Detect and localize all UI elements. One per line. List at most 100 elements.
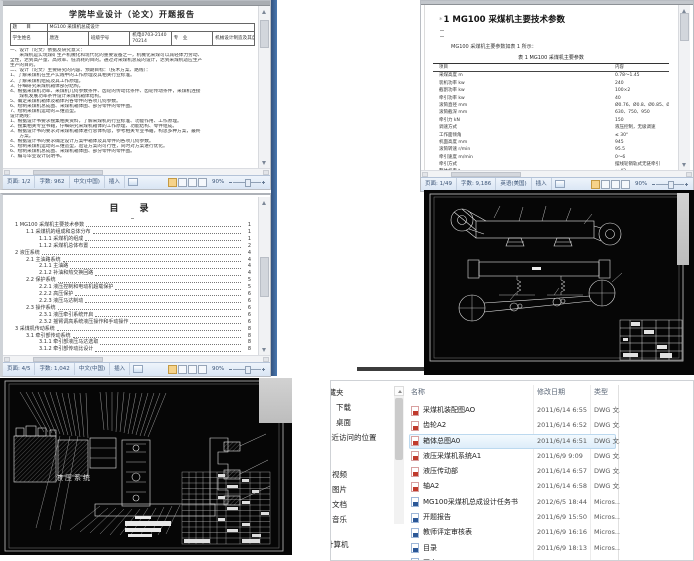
status-item[interactable]: 插入 bbox=[105, 176, 125, 188]
sidebar-item[interactable]: 音乐 bbox=[332, 512, 393, 527]
parameter-row: 滚筒直径 mm Ø0.76、Ø0.8、Ø0.85、Ø0.9、Ø1.0 bbox=[433, 102, 669, 109]
toc-entry[interactable]: 2.3.1 液压牵引系统开启 6 bbox=[15, 312, 251, 319]
file-row[interactable]: 正文 2011/6/14 6:38 Micros... bbox=[409, 556, 620, 560]
file-row[interactable]: 液压传动部 2011/6/14 6:57 DWG 文... bbox=[409, 464, 620, 479]
toc-entry[interactable]: 3.1.2 牵引部传动比设计 8 bbox=[15, 346, 251, 353]
status-item[interactable]: 中文(中国) bbox=[70, 176, 105, 188]
proofing-status-icon[interactable] bbox=[554, 179, 565, 188]
status-item[interactable]: 插入 bbox=[110, 363, 131, 375]
sidebar-item[interactable]: 视频 bbox=[332, 467, 393, 482]
sidebar-item[interactable]: 下载 bbox=[336, 400, 393, 415]
file-type-icon bbox=[411, 497, 419, 508]
status-item[interactable]: 中文(中国) bbox=[75, 363, 111, 375]
zoom-level[interactable]: 90% bbox=[212, 363, 224, 375]
toc-entry[interactable]: 1.1.1 采煤机的组成 1 bbox=[15, 236, 251, 243]
vertical-scrollbar[interactable] bbox=[258, 6, 270, 169]
toc-entry[interactable]: 3 采煤机传动系统 8 bbox=[15, 326, 251, 333]
file-row[interactable]: 采煤机装配图AO 2011/6/14 6:55 DWG 文... bbox=[409, 403, 620, 418]
toc-entry[interactable]: 2.3.2 摇臂调高系统液压操作和手动操作 6 bbox=[15, 319, 251, 326]
parameters-table-header: 项目 内容 bbox=[433, 64, 669, 73]
form-value-class-id: 机电0703-214070214 bbox=[129, 31, 172, 47]
view-web-layout-button[interactable] bbox=[611, 179, 621, 189]
scroll-down-icon[interactable] bbox=[682, 163, 686, 167]
sidebar-item[interactable]: 桌面 bbox=[336, 415, 393, 430]
status-item[interactable]: 页面: 1/2 bbox=[3, 176, 36, 188]
sidebar-item[interactable]: 最近访问的位置 bbox=[331, 430, 393, 445]
column-header-type[interactable]: 类型 bbox=[594, 387, 608, 397]
parameter-value: Ø0.76、Ø0.8、Ø0.85、Ø0.9、Ø1.0 bbox=[615, 102, 669, 108]
zoom-level[interactable]: 90% bbox=[212, 176, 224, 188]
file-row[interactable]: 箱体总图A0 2011/6/14 6:51 DWG 文... bbox=[409, 433, 620, 449]
toc-entry[interactable]: 1.1 采煤机的组成和总体分布 1 bbox=[15, 229, 251, 236]
status-item[interactable]: 插入 bbox=[532, 178, 552, 190]
vertical-scrollbar[interactable] bbox=[678, 5, 690, 171]
view-print-layout-button[interactable] bbox=[168, 364, 178, 374]
zoom-slider[interactable] bbox=[229, 178, 265, 187]
view-outline-button[interactable] bbox=[198, 177, 208, 187]
file-row[interactable]: 教师评定审核表 2011/6/9 16:16 Micros... bbox=[409, 525, 620, 540]
view-web-layout-button[interactable] bbox=[188, 364, 198, 374]
document-page[interactable]: 学院毕业设计（论文）开题报告 题 目 MG100 采煤机总成设计 学生姓名 唐连… bbox=[7, 6, 257, 169]
zoom-slider[interactable] bbox=[652, 180, 688, 189]
status-item[interactable]: 字数: 1,042 bbox=[35, 363, 75, 375]
scroll-up-icon[interactable] bbox=[262, 10, 266, 14]
sidebar-item[interactable]: 收藏夹 bbox=[331, 385, 393, 400]
proofing-status-icon[interactable] bbox=[127, 177, 138, 186]
toc-entry[interactable]: 2.2.3 液压马达制动 6 bbox=[15, 298, 251, 305]
view-web-layout-button[interactable] bbox=[188, 177, 198, 187]
column-header-name[interactable]: 名称 bbox=[411, 387, 425, 397]
document-page[interactable]: *1 MG100 采煤机主要技术参数 MG100 采煤机主要参数如表 1 所示：… bbox=[424, 5, 677, 171]
status-item[interactable]: 页面: 1/49 bbox=[421, 178, 457, 190]
paragraph-mark bbox=[440, 36, 444, 37]
status-bar: 页面: 1/2 字数: 962 中文(中国) 插入 90% bbox=[3, 175, 270, 189]
toc-entry[interactable]: 2.2.2 高压保护 6 bbox=[15, 291, 251, 298]
view-outline-button[interactable] bbox=[198, 364, 208, 374]
file-row[interactable]: 齿轮A2 2011/6/14 6:52 DWG 文... bbox=[409, 418, 620, 433]
status-item[interactable]: 字数: 962 bbox=[35, 176, 70, 188]
cad-canvas-assembly[interactable] bbox=[424, 190, 694, 375]
vertical-scrollbar[interactable] bbox=[258, 197, 270, 356]
status-item[interactable]: 英语(美国) bbox=[496, 178, 532, 190]
view-fullscreen-button[interactable] bbox=[178, 364, 188, 374]
scrollbar-thumb[interactable] bbox=[260, 20, 269, 48]
sidebar-item[interactable]: 文档 bbox=[332, 497, 393, 512]
sidebar-scrollbar[interactable] bbox=[394, 386, 404, 524]
document-page[interactable]: 目 录 1 MG100 采煤机主要技术参数 1 1.1 采煤机的组成和总体分布 … bbox=[7, 197, 257, 356]
scrollbar-thumb[interactable] bbox=[680, 13, 689, 41]
toc-entry[interactable]: 1.1.2 采煤机总体布置 2 bbox=[15, 243, 251, 250]
zoom-level[interactable]: 90% bbox=[635, 178, 647, 190]
cad-window-assembly-drawing[interactable] bbox=[424, 190, 694, 375]
scroll-up-button[interactable] bbox=[394, 386, 404, 396]
view-fullscreen-button[interactable] bbox=[178, 177, 188, 187]
scroll-down-icon[interactable] bbox=[262, 161, 266, 165]
view-outline-button[interactable] bbox=[621, 179, 631, 189]
scrollbar-thumb[interactable] bbox=[260, 257, 269, 297]
toc-entry[interactable]: 1 MG100 采煤机主要技术参数 1 bbox=[15, 222, 251, 229]
status-bar: 页面: 1/49 字数: 9,186 英语(美国) 插入 90% bbox=[421, 177, 693, 191]
zoom-slider[interactable] bbox=[229, 365, 265, 374]
file-row[interactable]: 轴A2 2011/6/14 6:58 DWG 文... bbox=[409, 479, 620, 494]
proofing-status-icon[interactable] bbox=[133, 364, 144, 373]
sidebar-item[interactable]: 图片 bbox=[332, 482, 393, 497]
cad-scrollbar[interactable] bbox=[677, 193, 689, 265]
cad-canvas-hydraulic[interactable]: 液压系统 bbox=[0, 378, 292, 555]
file-row[interactable]: 开题报告 2011/6/9 15:50 Micros... bbox=[409, 510, 620, 525]
toc-entry[interactable]: 2.3 操作系统 6 bbox=[15, 305, 251, 312]
column-header-date[interactable]: 修改日期 bbox=[537, 387, 565, 397]
toc-page-number: 4 bbox=[247, 256, 251, 263]
view-print-layout-button[interactable] bbox=[591, 179, 601, 189]
cad-window-hydraulic-section[interactable]: 液压系统 bbox=[0, 378, 292, 555]
sidebar-item[interactable]: 计算机 bbox=[331, 537, 393, 552]
file-row[interactable]: 目录 2011/6/9 18:13 Micros... bbox=[409, 541, 620, 556]
file-row[interactable]: MG100采煤机总成设计任务书 2012/6/5 18:44 Micros... bbox=[409, 495, 620, 510]
scroll-up-icon[interactable] bbox=[262, 201, 266, 205]
status-item[interactable]: 字数: 9,186 bbox=[457, 178, 497, 190]
file-date-modified: 2011/6/9 18:13 bbox=[537, 543, 587, 552]
scroll-down-icon[interactable] bbox=[262, 348, 266, 352]
scrollbar-thumb[interactable] bbox=[395, 398, 403, 460]
status-item[interactable]: 页面: 4/5 bbox=[3, 363, 36, 375]
toc-entry[interactable]: 2 液压系统 4 bbox=[15, 250, 251, 257]
file-row[interactable]: 液压采煤机系统A1 2011/6/9 9:09 DWG 文... bbox=[409, 449, 620, 464]
view-fullscreen-button[interactable] bbox=[601, 179, 611, 189]
view-print-layout-button[interactable] bbox=[168, 177, 178, 187]
